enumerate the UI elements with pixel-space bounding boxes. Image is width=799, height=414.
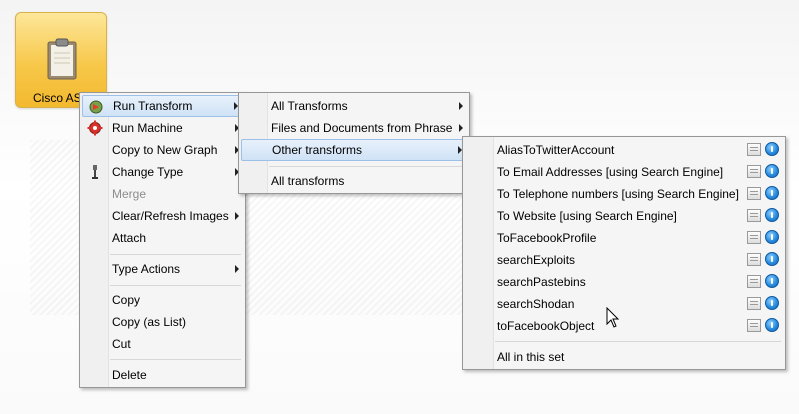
transform-info-icon[interactable] [765, 164, 779, 178]
menu-item-label: All transforms [271, 174, 345, 188]
menu-item-label: Run Transform [113, 99, 193, 113]
transform-label: ToFacebookProfile [497, 231, 597, 245]
transform-label: searchPastebins [497, 275, 586, 289]
menu-separator [269, 166, 465, 167]
transform-info-icon[interactable] [765, 252, 779, 266]
menu-item-other-transforms[interactable]: Other transforms [241, 139, 467, 161]
chevron-right-icon [235, 212, 239, 220]
transform-settings-icon[interactable] [747, 165, 761, 178]
run-transform-icon [89, 100, 103, 114]
transform-item-to-facebook-object[interactable]: toFacebookObject [465, 315, 783, 337]
transform-settings-icon[interactable] [747, 275, 761, 288]
chevron-right-icon [459, 102, 463, 110]
menu-item-label: Copy [112, 293, 141, 307]
menu-item-label: Clear/Refresh Images [112, 209, 229, 223]
transform-info-icon[interactable] [765, 296, 779, 310]
transform-label: To Telephone numbers [using Search Engin… [497, 187, 739, 201]
menu-item-attach[interactable]: Attach [82, 227, 243, 249]
transform-item-search-pastebins[interactable]: searchPastebins [465, 271, 783, 293]
transform-settings-icon[interactable] [747, 209, 761, 222]
clipboard-icon [47, 38, 77, 80]
transform-label: searchShodan [497, 297, 575, 311]
change-type-icon [92, 165, 98, 179]
transform-item-all-in-this-set[interactable]: All in this set [465, 346, 783, 368]
transform-settings-icon[interactable] [747, 253, 761, 266]
menu-item-label: Attach [112, 231, 147, 245]
transform-settings-icon[interactable] [747, 231, 761, 244]
other-transforms-submenu: AliasToTwitterAccount To Email Addresses… [462, 136, 786, 370]
menu-item-type-actions[interactable]: Type Actions [82, 258, 243, 280]
menu-item-copy[interactable]: Copy [82, 289, 243, 311]
entity-context-menu: Run Transform Run Machine Copy to New Gr… [79, 92, 246, 388]
transform-item-to-website[interactable]: To Website [using Search Engine] [465, 205, 783, 227]
menu-item-label: Cut [112, 337, 131, 351]
menu-item-label: Other transforms [272, 143, 363, 157]
menu-item-label: All Transforms [271, 99, 348, 113]
transform-info-icon[interactable] [765, 230, 779, 244]
menu-separator [110, 285, 241, 286]
menu-item-label: Delete [112, 368, 147, 382]
menu-item-clear-refresh-images[interactable]: Clear/Refresh Images [82, 205, 243, 227]
transform-info-icon[interactable] [765, 186, 779, 200]
menu-item-copy-as-list[interactable]: Copy (as List) [82, 311, 243, 333]
menu-item-label: Copy to New Graph [112, 143, 218, 157]
menu-item-files-and-documents[interactable]: Files and Documents from Phrase [241, 117, 467, 139]
transform-label: AliasToTwitterAccount [497, 143, 615, 157]
transform-label: All in this set [497, 350, 565, 364]
transform-info-icon[interactable] [765, 274, 779, 288]
transform-info-icon[interactable] [765, 208, 779, 222]
transform-item-alias-to-twitter[interactable]: AliasToTwitterAccount [465, 139, 783, 161]
menu-item-delete[interactable]: Delete [82, 364, 243, 386]
menu-item-run-transform[interactable]: Run Transform [82, 95, 243, 117]
menu-item-all-transforms-group[interactable]: All Transforms [241, 95, 467, 117]
transform-info-icon[interactable] [765, 318, 779, 332]
transform-label: To Website [using Search Engine] [497, 209, 677, 223]
transform-label: To Email Addresses [using Search Engine] [497, 165, 724, 179]
transform-item-search-shodan[interactable]: searchShodan [465, 293, 783, 315]
menu-item-label: Type Actions [112, 262, 181, 276]
transform-item-to-telephone-numbers[interactable]: To Telephone numbers [using Search Engin… [465, 183, 783, 205]
transform-item-to-facebook-profile[interactable]: ToFacebookProfile [465, 227, 783, 249]
transform-item-to-email-addresses[interactable]: To Email Addresses [using Search Engine] [465, 161, 783, 183]
menu-item-label: Change Type [112, 165, 184, 179]
menu-item-copy-to-new-graph[interactable]: Copy to New Graph [82, 139, 243, 161]
menu-item-run-machine[interactable]: Run Machine [82, 117, 243, 139]
chevron-right-icon [235, 265, 239, 273]
menu-item-change-type[interactable]: Change Type [82, 161, 243, 183]
menu-item-label: Merge [112, 187, 147, 201]
transform-info-icon[interactable] [765, 142, 779, 156]
menu-item-label: Run Machine [112, 121, 183, 135]
transform-settings-icon[interactable] [747, 297, 761, 310]
menu-item-all-transforms[interactable]: All transforms [241, 170, 467, 192]
menu-separator [110, 359, 241, 360]
menu-item-label: Copy (as List) [112, 315, 187, 329]
transform-label: searchExploits [497, 253, 576, 267]
menu-item-label: Files and Documents from Phrase [271, 121, 453, 135]
entity-label: Cisco AS [33, 91, 82, 105]
chevron-right-icon [459, 124, 463, 132]
transform-item-search-exploits[interactable]: searchExploits [465, 249, 783, 271]
transform-settings-icon[interactable] [747, 319, 761, 332]
menu-item-cut[interactable]: Cut [82, 333, 243, 355]
transform-settings-icon[interactable] [747, 143, 761, 156]
run-transform-submenu: All Transforms Files and Documents from … [238, 92, 470, 194]
run-machine-icon [87, 120, 103, 136]
transform-label: toFacebookObject [497, 319, 595, 333]
menu-separator [110, 254, 241, 255]
menu-separator [495, 341, 781, 342]
menu-item-merge[interactable]: Merge [82, 183, 243, 205]
transform-settings-icon[interactable] [747, 187, 761, 200]
mouse-cursor-icon [606, 307, 620, 328]
